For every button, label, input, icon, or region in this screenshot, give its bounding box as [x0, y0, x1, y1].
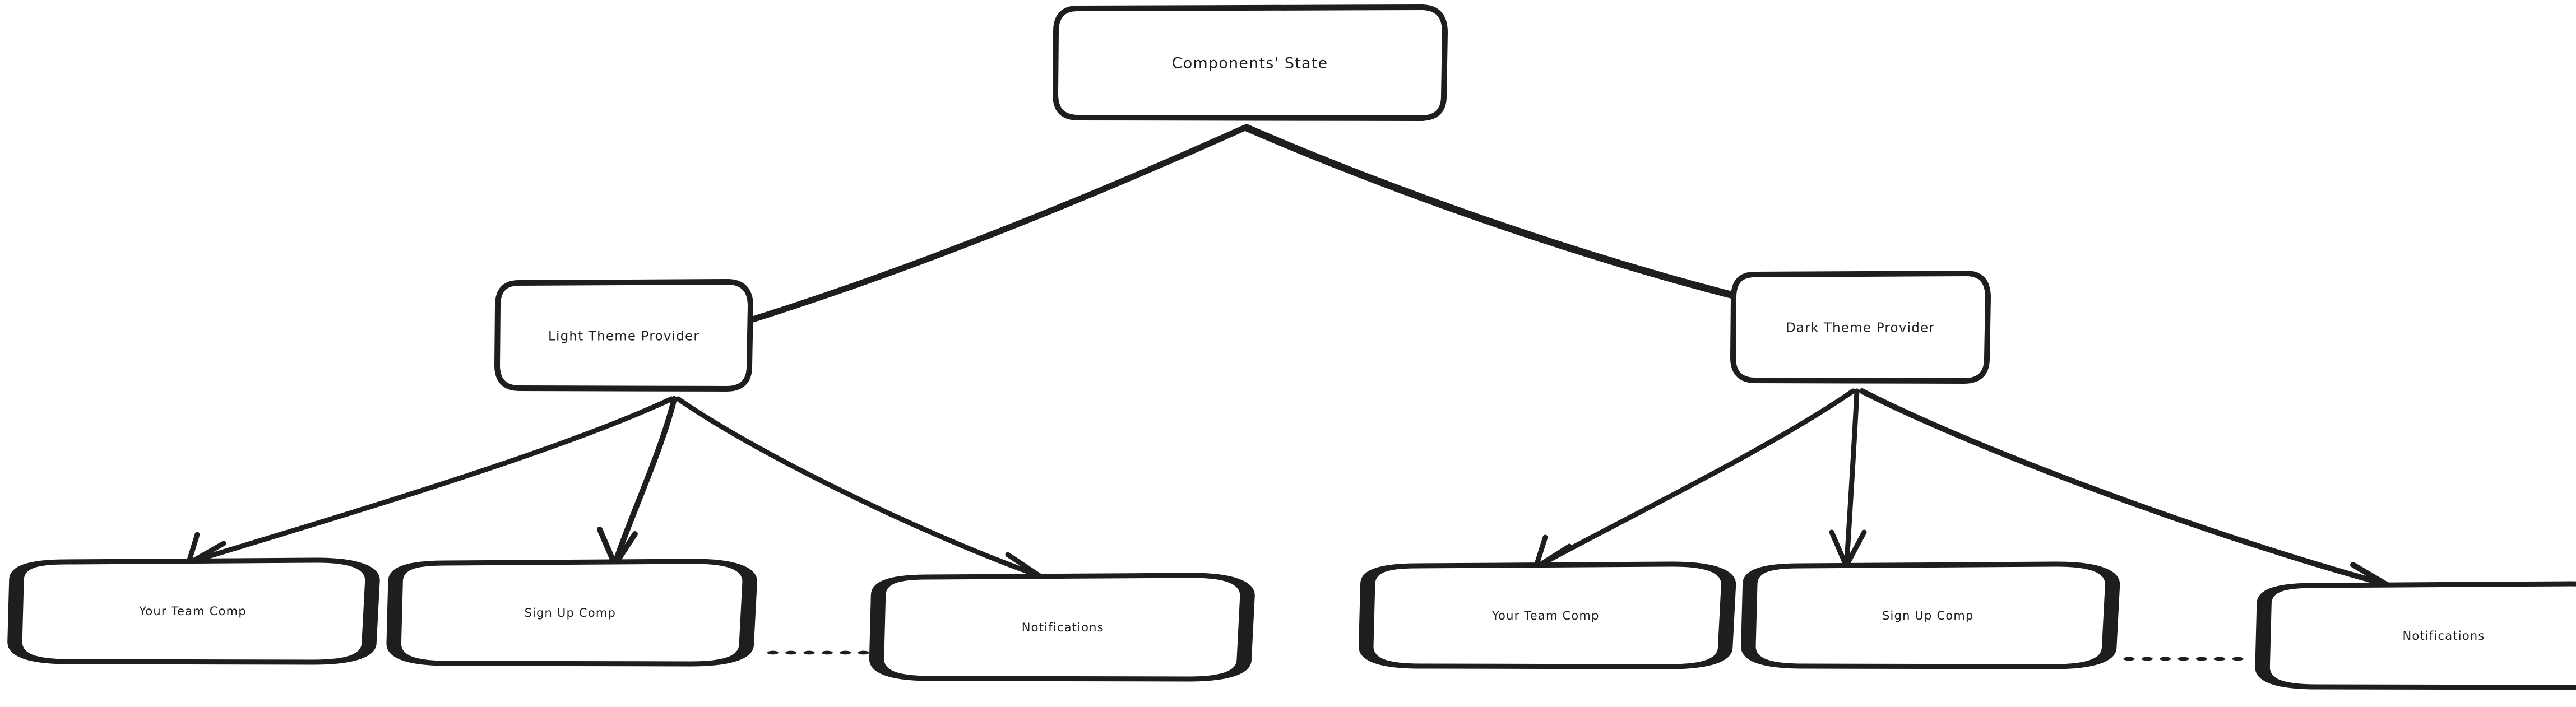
edge-light-theme-provider-to-your-team-comp [186, 396, 674, 566]
node-label-light-sign-up-comp: Sign Up Comp [524, 606, 616, 620]
node-light-your-team-comp[interactable]: Your Team Comp [7, 557, 380, 665]
node-label-dark-theme-provider: Dark Theme Provider [1786, 321, 1935, 336]
node-components-state[interactable]: Components' State [1053, 4, 1448, 121]
node-label-dark-notifications: Notifications [2402, 629, 2485, 643]
ellipsis-dot [785, 650, 797, 655]
ellipsis-dark-theme-group [2123, 657, 2244, 661]
node-label-light-theme-provider: Light Theme Provider [548, 329, 699, 344]
diagram-svg: Components' State Light Theme Provider D… [7, 4, 2576, 690]
node-dark-your-team-comp[interactable]: Your Team Comp [1359, 561, 1736, 669]
edge-light-theme-provider-to-notifications [675, 396, 1046, 589]
node-light-notifications[interactable]: Notifications [869, 573, 1255, 682]
ellipsis-dot [803, 650, 815, 655]
ellipsis-dot [2214, 657, 2226, 661]
node-label-light-notifications: Notifications [1022, 621, 1104, 634]
ellipsis-dot [2177, 657, 2189, 661]
ellipsis-dot [2123, 657, 2135, 661]
ellipsis-dot [840, 650, 851, 655]
edge-components-state-to-light-theme-provider [684, 124, 1248, 343]
node-label-light-your-team-comp: Your Team Comp [138, 604, 247, 618]
diagram-canvas: Components' State Light Theme Provider D… [0, 0, 2576, 707]
node-light-sign-up-comp[interactable]: Sign Up Comp [386, 559, 757, 667]
ellipsis-dot [767, 650, 779, 655]
ellipsis-light-theme-group [767, 650, 887, 655]
ellipsis-dot [2232, 657, 2244, 661]
node-label-dark-sign-up-comp: Sign Up Comp [1882, 609, 1974, 622]
ellipsis-dot [821, 650, 833, 655]
node-dark-theme-provider[interactable]: Dark Theme Provider [1730, 271, 1991, 384]
node-dark-sign-up-comp[interactable]: Sign Up Comp [1741, 561, 2120, 669]
ellipsis-dot [2160, 657, 2171, 661]
ellipsis-dot [2195, 657, 2207, 661]
node-label-dark-your-team-comp: Your Team Comp [1491, 609, 1600, 622]
node-light-theme-provider[interactable]: Light Theme Provider [494, 279, 753, 392]
edge-dark-theme-provider-to-your-team-comp [1533, 388, 1856, 570]
node-label-components-state: Components' State [1172, 55, 1328, 72]
ellipsis-dot [858, 650, 869, 655]
node-dark-notifications[interactable]: Notifications [2255, 581, 2576, 690]
ellipsis-dot [2141, 657, 2153, 661]
edge-dark-theme-provider-to-sign-up-comp [1829, 388, 1867, 569]
